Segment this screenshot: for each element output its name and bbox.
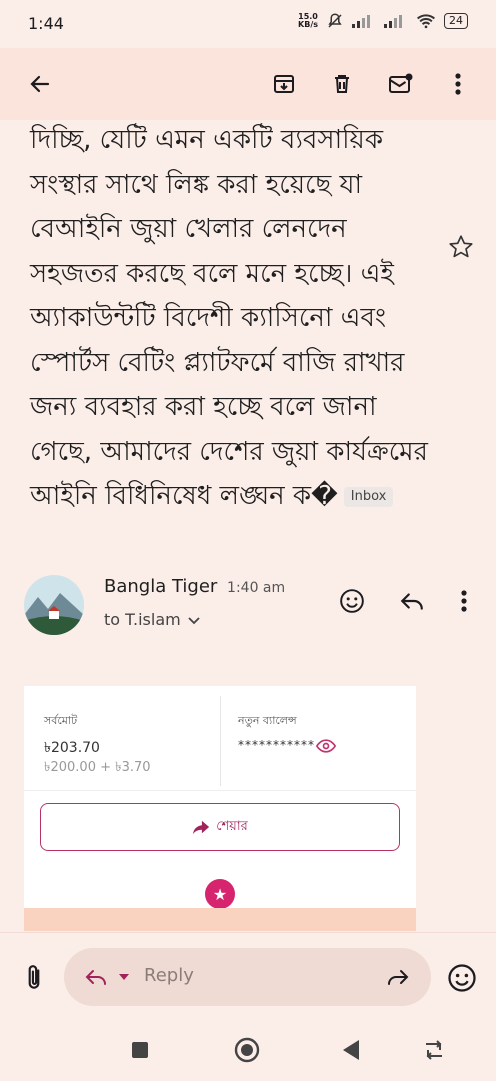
status-time: 1:44 bbox=[28, 14, 64, 33]
email-body: দিচ্ছি, যেটি এমন একটি ব্যবসায়িক সংস্থার… bbox=[30, 118, 430, 519]
reply-icon[interactable] bbox=[396, 585, 428, 617]
inbox-label-chip[interactable]: Inbox bbox=[343, 486, 394, 507]
reply-input[interactable]: Reply bbox=[64, 948, 431, 1006]
add-reaction-icon[interactable] bbox=[336, 585, 368, 617]
eye-icon[interactable] bbox=[316, 739, 336, 753]
net-speed-unit: KB/s bbox=[298, 20, 318, 29]
recents-button[interactable] bbox=[132, 1042, 148, 1058]
net-speed: 15.0 KB/s bbox=[298, 13, 318, 29]
chevron-down-icon bbox=[188, 616, 200, 624]
delete-icon[interactable] bbox=[326, 68, 358, 100]
card-bottom-strip bbox=[24, 908, 416, 931]
recipient-text: to T.islam bbox=[104, 610, 181, 629]
wifi-icon bbox=[417, 14, 435, 29]
share-icon bbox=[193, 820, 210, 835]
home-button[interactable] bbox=[234, 1037, 260, 1063]
sender-name: Bangla Tiger bbox=[104, 576, 218, 597]
top-toolbar bbox=[0, 48, 496, 120]
status-icons: 15.0 KB/s 24 bbox=[298, 12, 468, 30]
email-body-text: দিচ্ছি, যেটি এমন একটি ব্যবসায়িক সংস্থার… bbox=[30, 125, 428, 511]
share-button[interactable]: শেয়ার bbox=[40, 803, 400, 851]
mute-icon bbox=[328, 13, 342, 28]
recipient-toggle[interactable]: to T.islam bbox=[104, 610, 201, 629]
reply-arrow-icon[interactable] bbox=[84, 967, 108, 987]
star-icon[interactable] bbox=[447, 233, 475, 261]
system-nav-bar bbox=[0, 1030, 496, 1070]
back-arrow-icon[interactable] bbox=[24, 68, 56, 100]
back-button[interactable] bbox=[342, 1039, 360, 1061]
sender-line: Bangla Tiger 1:40 am bbox=[104, 576, 285, 597]
total-label: সর্বমোট bbox=[44, 714, 78, 727]
signal-icon-2 bbox=[384, 15, 402, 28]
status-bar: 1:44 15.0 KB/s 24 bbox=[0, 0, 496, 48]
new-balance-label: নতুন ব্যালেন্স bbox=[238, 714, 297, 727]
card-divider bbox=[220, 696, 221, 786]
caret-down-icon[interactable] bbox=[118, 973, 130, 981]
total-value: ৳203.70 bbox=[44, 740, 100, 756]
star-badge-icon[interactable]: ★ bbox=[205, 879, 235, 909]
attachment-icon[interactable] bbox=[20, 963, 48, 993]
message-more-icon[interactable] bbox=[448, 585, 480, 617]
reply-placeholder: Reply bbox=[144, 965, 194, 986]
new-balance-value: *********** bbox=[238, 738, 315, 752]
mark-unread-icon[interactable] bbox=[385, 68, 417, 100]
emoji-icon[interactable] bbox=[447, 963, 477, 993]
forward-icon[interactable] bbox=[386, 967, 410, 987]
more-vert-icon[interactable] bbox=[442, 68, 474, 100]
rotate-icon[interactable] bbox=[423, 1040, 445, 1060]
signal-icon bbox=[352, 15, 370, 28]
sender-avatar[interactable] bbox=[24, 575, 84, 635]
embedded-receipt-card: সর্বমোট ৳203.70 ৳200.00 + ৳3.70 নতুন ব্য… bbox=[24, 686, 416, 931]
sent-time: 1:40 am bbox=[227, 580, 286, 596]
total-breakdown: ৳200.00 + ৳3.70 bbox=[44, 760, 151, 775]
share-label: শেয়ার bbox=[216, 818, 248, 834]
card-separator bbox=[24, 790, 416, 791]
archive-icon[interactable] bbox=[268, 68, 300, 100]
battery-indicator: 24 bbox=[444, 13, 468, 29]
